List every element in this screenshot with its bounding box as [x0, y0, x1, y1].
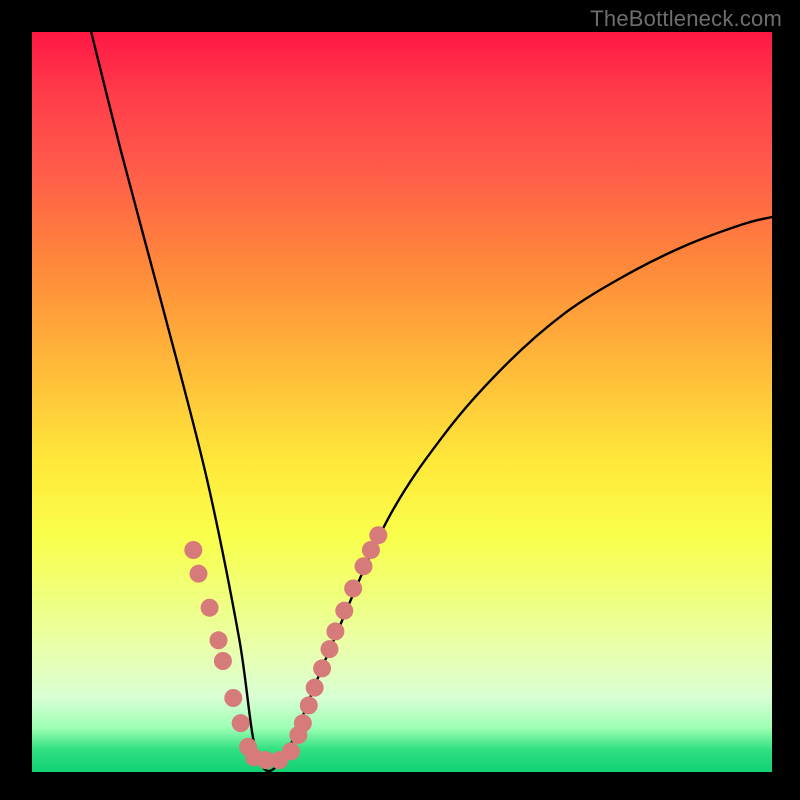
- curve-marker: [232, 714, 250, 732]
- curve-marker: [300, 696, 318, 714]
- curve-marker: [369, 526, 387, 544]
- curve-marker: [344, 579, 362, 597]
- curve-marker: [313, 659, 331, 677]
- watermark-text: TheBottleneck.com: [590, 6, 782, 32]
- curve-marker: [214, 652, 232, 670]
- curve-marker: [326, 622, 344, 640]
- curve-markers: [184, 526, 387, 769]
- curve-marker: [209, 631, 227, 649]
- chart-overlay-svg: [32, 32, 772, 772]
- curve-marker: [306, 679, 324, 697]
- plot-area: [32, 32, 772, 772]
- curve-marker: [190, 565, 208, 583]
- curve-marker: [224, 689, 242, 707]
- chart-stage: TheBottleneck.com: [0, 0, 800, 800]
- curve-marker: [294, 714, 312, 732]
- bottleneck-curve: [91, 32, 772, 771]
- curve-marker: [201, 599, 219, 617]
- curve-marker: [184, 541, 202, 559]
- curve-marker: [320, 640, 338, 658]
- curve-marker: [355, 557, 373, 575]
- curve-marker: [335, 602, 353, 620]
- curve-marker: [282, 742, 300, 760]
